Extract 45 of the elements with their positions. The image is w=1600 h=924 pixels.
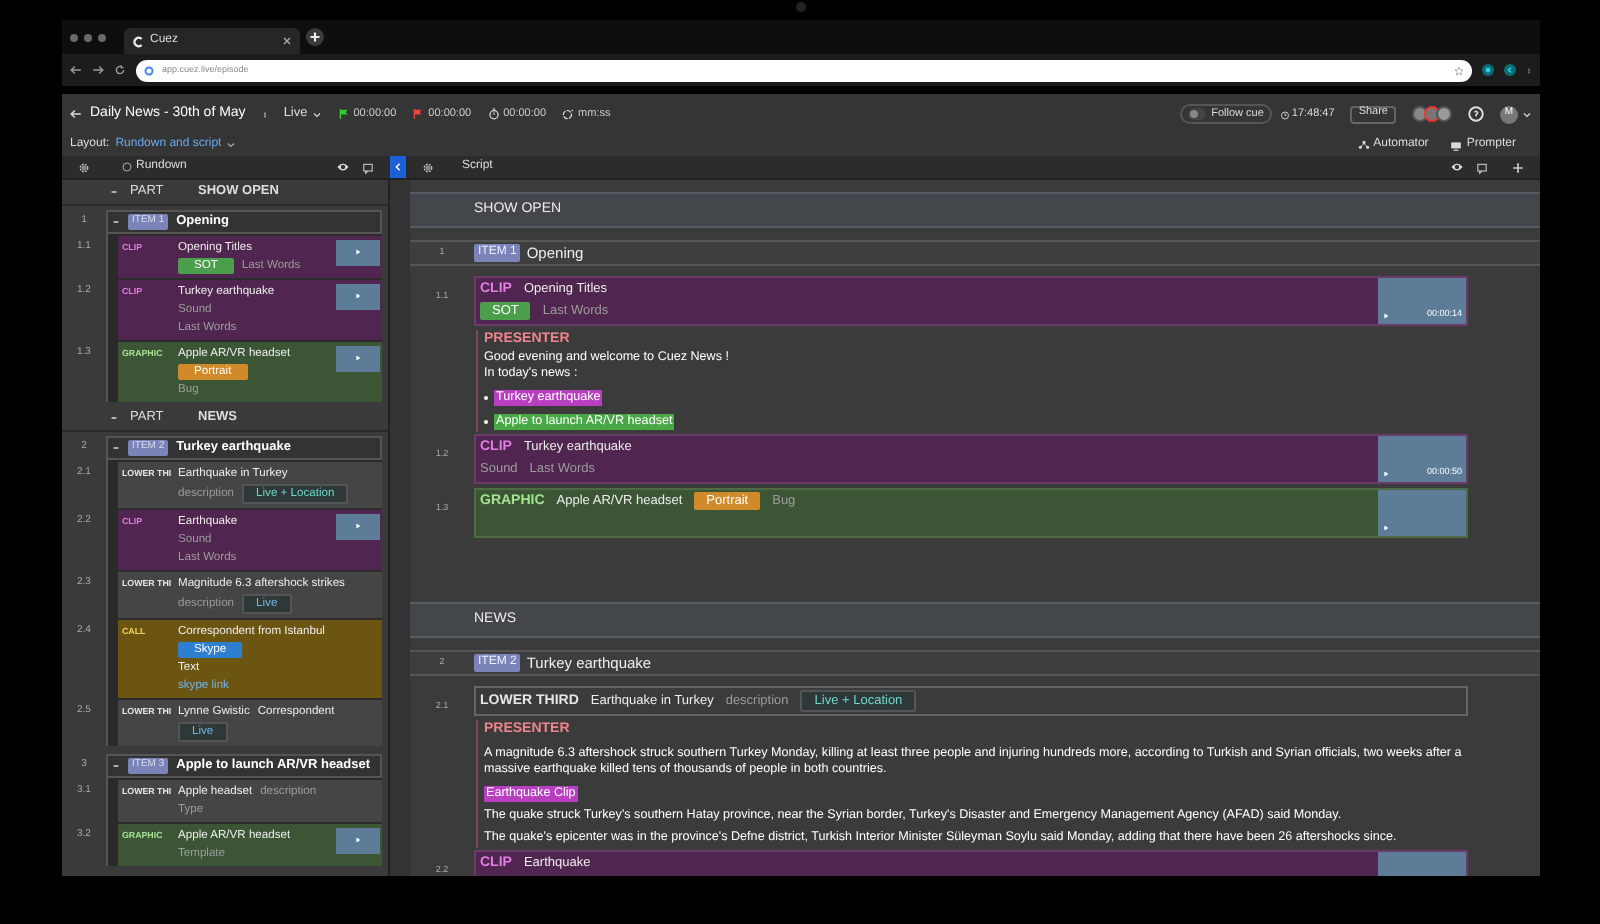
play-icon	[1382, 470, 1390, 478]
settings-icon[interactable]	[78, 161, 90, 173]
monitor-icon	[1450, 139, 1463, 151]
play-icon	[354, 292, 362, 300]
app-logo-icon	[132, 35, 144, 47]
google-g-icon	[144, 65, 154, 75]
collapse-button[interactable]	[390, 156, 406, 178]
eye-icon[interactable]	[336, 160, 350, 174]
close-icon	[282, 36, 292, 46]
comment-icon[interactable]	[362, 161, 374, 173]
camera-icon	[795, 2, 805, 12]
caret-icon	[1522, 109, 1532, 119]
collapse-icon	[112, 444, 120, 452]
play-icon	[1382, 312, 1390, 320]
back-icon[interactable]	[70, 64, 82, 76]
play-icon	[354, 248, 362, 256]
comment-icon[interactable]	[1476, 161, 1488, 173]
reload-icon[interactable]	[114, 64, 126, 76]
new-tab-icon[interactable]	[306, 28, 324, 46]
extension-icon[interactable]	[1482, 64, 1494, 76]
help-icon[interactable]	[1468, 106, 1484, 122]
forward-icon[interactable]	[92, 64, 104, 76]
collapse-icon	[110, 188, 118, 196]
star-icon	[1454, 65, 1464, 75]
play-icon	[354, 522, 362, 530]
plus-icon[interactable]	[1512, 161, 1524, 173]
timer-icon	[562, 108, 575, 120]
play-icon	[354, 836, 362, 844]
collapse-icon	[110, 414, 118, 422]
extension-icon[interactable]	[1504, 64, 1516, 76]
play-icon	[1382, 524, 1390, 532]
nodes-icon	[1357, 139, 1370, 151]
collapse-icon	[112, 762, 120, 770]
flag-icon	[412, 108, 425, 120]
flag-icon	[337, 108, 350, 120]
caret-icon	[225, 140, 236, 150]
play-icon	[354, 354, 362, 362]
caret-icon	[311, 109, 322, 119]
clock-icon	[1279, 109, 1290, 119]
stopwatch-icon	[487, 108, 500, 120]
radio-icon	[122, 162, 132, 172]
collapse-icon	[112, 218, 120, 226]
chevron-left-icon	[394, 162, 402, 172]
eye-icon[interactable]	[1450, 160, 1464, 174]
settings-icon[interactable]	[422, 161, 434, 173]
